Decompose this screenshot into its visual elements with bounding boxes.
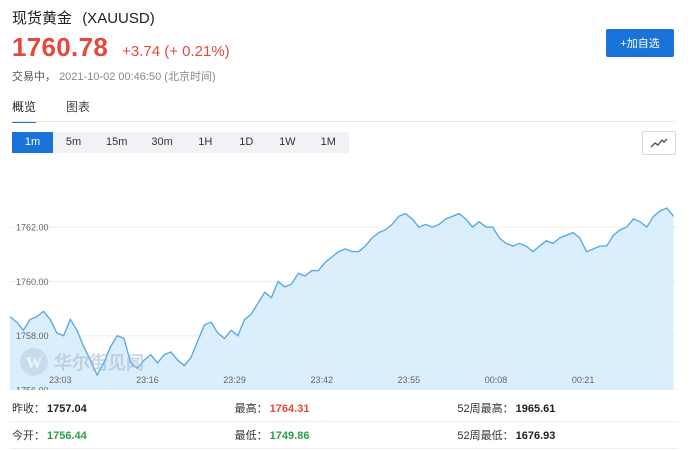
stat-prev-close: 昨收： 1757.04 bbox=[10, 400, 233, 416]
instrument-symbol: (XAUUSD) bbox=[82, 10, 155, 27]
period-30m[interactable]: 30m bbox=[139, 132, 184, 153]
stats-row: 今开： 1756.44 最低： 1749.86 52周最低： 1676.93 bbox=[10, 422, 678, 449]
stat-high: 最高： 1764.31 bbox=[233, 400, 456, 416]
stat-value: 1676.93 bbox=[515, 430, 556, 442]
watermark-logo-letter: W bbox=[26, 355, 42, 372]
stat-52w-low: 52周最低： 1676.93 bbox=[455, 427, 678, 443]
x-tick-label: 23:42 bbox=[310, 375, 333, 385]
period-1m[interactable]: 1m bbox=[12, 132, 53, 153]
stat-value: 1764.31 bbox=[269, 403, 310, 415]
price-row: 1760.78 +3.74 (+ 0.21%) bbox=[12, 32, 230, 63]
y-tick-label: 1758.00 bbox=[16, 331, 49, 341]
period-5m[interactable]: 5m bbox=[53, 132, 94, 153]
x-tick-label: 23:29 bbox=[223, 375, 246, 385]
price-chart[interactable]: 1762.00 1760.00 1758.00 1756.00 23:03 23:16 2… bbox=[10, 162, 677, 390]
stat-label: 今开： bbox=[12, 430, 45, 442]
period-1h[interactable]: 1H bbox=[185, 132, 226, 153]
x-tick-label: 23:55 bbox=[398, 375, 421, 385]
x-tick-label: 00:08 bbox=[485, 375, 508, 385]
x-tick-label: 23:16 bbox=[136, 375, 159, 385]
tab-overview[interactable]: 概览 bbox=[12, 98, 37, 123]
x-tick-label: 23:03 bbox=[49, 375, 72, 385]
y-tick-label: 1760.00 bbox=[16, 277, 49, 287]
timestamp: 2021-10-02 00:46:50 bbox=[59, 71, 162, 83]
x-tick-label: 00:21 bbox=[572, 375, 595, 385]
stat-value: 1965.61 bbox=[515, 403, 556, 415]
trading-status: 交易中， bbox=[12, 71, 56, 83]
instrument-name: 现货黄金 bbox=[12, 10, 73, 27]
tab-divider bbox=[12, 121, 675, 122]
tab-chart[interactable]: 图表 bbox=[66, 98, 90, 123]
line-chart-icon bbox=[650, 138, 668, 148]
stat-label: 52周最高： bbox=[457, 403, 514, 415]
stat-open: 今开： 1756.44 bbox=[10, 427, 233, 443]
stat-label: 52周最低： bbox=[457, 430, 514, 442]
period-1d[interactable]: 1D bbox=[226, 132, 267, 153]
instrument-title: 现货黄金 (XAUUSD) bbox=[12, 7, 155, 28]
stat-value: 1756.44 bbox=[47, 430, 87, 442]
period-1mo[interactable]: 1M bbox=[308, 132, 349, 153]
stat-label: 最低： bbox=[234, 430, 268, 442]
current-price: 1760.78 bbox=[12, 32, 109, 62]
price-change: +3.74 (+ 0.21%) bbox=[122, 43, 230, 60]
view-tabs: 概览 图表 bbox=[12, 98, 90, 123]
stat-52w-high: 52周最高： 1965.61 bbox=[455, 400, 678, 416]
stat-label: 最高： bbox=[234, 403, 268, 415]
period-selector: 1m 5m 15m 30m 1H 1D 1W 1M bbox=[12, 132, 349, 153]
stat-low: 最低： 1749.86 bbox=[233, 427, 456, 443]
stats-row: 昨收： 1757.04 最高： 1764.31 52周最高： 1965.61 bbox=[10, 395, 678, 422]
watermark: W 华尔街见闻 bbox=[20, 348, 144, 376]
stat-label: 昨收： bbox=[12, 403, 45, 415]
period-1w[interactable]: 1W bbox=[267, 132, 308, 153]
chart-type-toggle-button[interactable] bbox=[642, 131, 676, 155]
period-15m[interactable]: 15m bbox=[94, 132, 139, 153]
timezone-label: (北京时间) bbox=[164, 71, 216, 83]
stats-table: 昨收： 1757.04 最高： 1764.31 52周最高： 1965.61 今开： 1… bbox=[10, 395, 678, 449]
trading-status-line: 交易中， 2021-10-02 00:46:50 (北京时间) bbox=[12, 68, 216, 84]
stat-value: 1757.04 bbox=[47, 403, 87, 415]
watermark-text: 华尔街见闻 bbox=[54, 352, 144, 373]
add-to-watchlist-button[interactable]: +加自选 bbox=[606, 29, 674, 57]
y-tick-label: 1756.00 bbox=[16, 386, 49, 391]
y-tick-label: 1762.00 bbox=[16, 223, 49, 233]
stat-value: 1749.86 bbox=[269, 430, 310, 442]
